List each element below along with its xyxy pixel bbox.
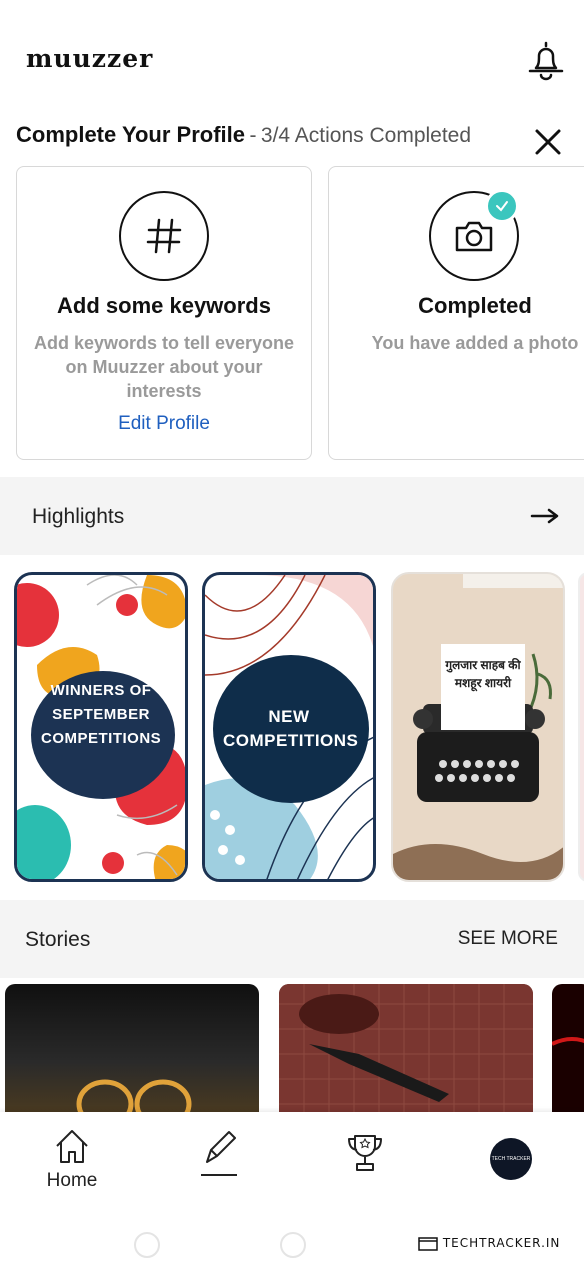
trophy-icon — [348, 1135, 382, 1171]
card-description: Add keywords to tell everyone on Muuzzer… — [33, 333, 295, 401]
highlight-item[interactable]: गुलजार साहब की मशहूर शायरी — [391, 572, 565, 882]
browser-icon — [418, 1236, 438, 1251]
card-title: Completed — [418, 293, 532, 318]
profile-separator: - — [249, 124, 257, 147]
home-button[interactable] — [280, 1232, 306, 1258]
story-image — [279, 984, 533, 1114]
nav-competitions[interactable] — [344, 1126, 386, 1176]
stories-header: Stories SEE MORE — [0, 900, 584, 978]
watermark-text: TECHTRACKER.IN — [442, 1236, 561, 1250]
app-logo: muuzzer — [26, 44, 154, 73]
highlight-label: गुलजार साहब की मशहूर शायरी — [441, 644, 525, 730]
edit-profile-link[interactable]: Edit Profile — [17, 413, 311, 435]
checkmark-icon — [485, 189, 519, 223]
card-title: Add some keywords — [57, 293, 271, 318]
profile-progress: 3/4 Actions Completed — [260, 124, 472, 147]
nav-write[interactable] — [196, 1126, 242, 1178]
home-icon — [56, 1130, 88, 1163]
profile-title: Complete Your Profile — [16, 122, 246, 147]
highlights-header: Highlights — [0, 477, 584, 555]
stories-title: Stories — [25, 928, 91, 951]
story-card[interactable] — [552, 984, 584, 1114]
back-button[interactable] — [134, 1232, 160, 1258]
avatar[interactable]: TECH TRACKER — [490, 1138, 532, 1180]
rings-image — [76, 1079, 192, 1114]
highlight-item[interactable] — [578, 572, 584, 882]
system-navigation-bar: TECHTRACKER.IN — [0, 1206, 584, 1280]
photo-card[interactable]: Completed You have added a photo — [328, 166, 584, 460]
highlight-item[interactable]: Winners of September Competitions — [14, 572, 188, 882]
hashtag-icon — [119, 191, 209, 281]
pencil-icon — [201, 1131, 237, 1176]
see-more-button[interactable]: SEE MORE — [458, 928, 558, 950]
bottom-navigation: Home TECH TRACKER — [0, 1112, 584, 1206]
arrow-right-icon[interactable] — [530, 507, 560, 525]
nav-home[interactable]: Home — [40, 1126, 104, 1192]
highlight-item[interactable]: New Competitions — [202, 572, 376, 882]
nav-home-label: Home — [46, 1170, 98, 1191]
avatar-text: TECH TRACKER — [491, 1156, 531, 1162]
watermark: TECHTRACKER.IN — [418, 1236, 560, 1251]
bell-icon[interactable] — [524, 38, 568, 82]
story-image — [552, 1037, 584, 1046]
keywords-card[interactable]: Add some keywords Add keywords to tell e… — [16, 166, 312, 460]
highlights-title: Highlights — [32, 505, 125, 528]
card-description: You have added a photo — [371, 333, 579, 353]
highlight-label: New Competitions — [223, 707, 359, 750]
story-card[interactable] — [279, 984, 533, 1114]
story-card[interactable] — [5, 984, 259, 1114]
profile-progress-header: Complete Your Profile - 3/4 Actions Comp… — [16, 122, 576, 154]
app-header: muuzzer — [0, 0, 584, 110]
highlight-label: Winners of September Competitions — [41, 682, 162, 747]
close-icon[interactable] — [534, 128, 562, 156]
